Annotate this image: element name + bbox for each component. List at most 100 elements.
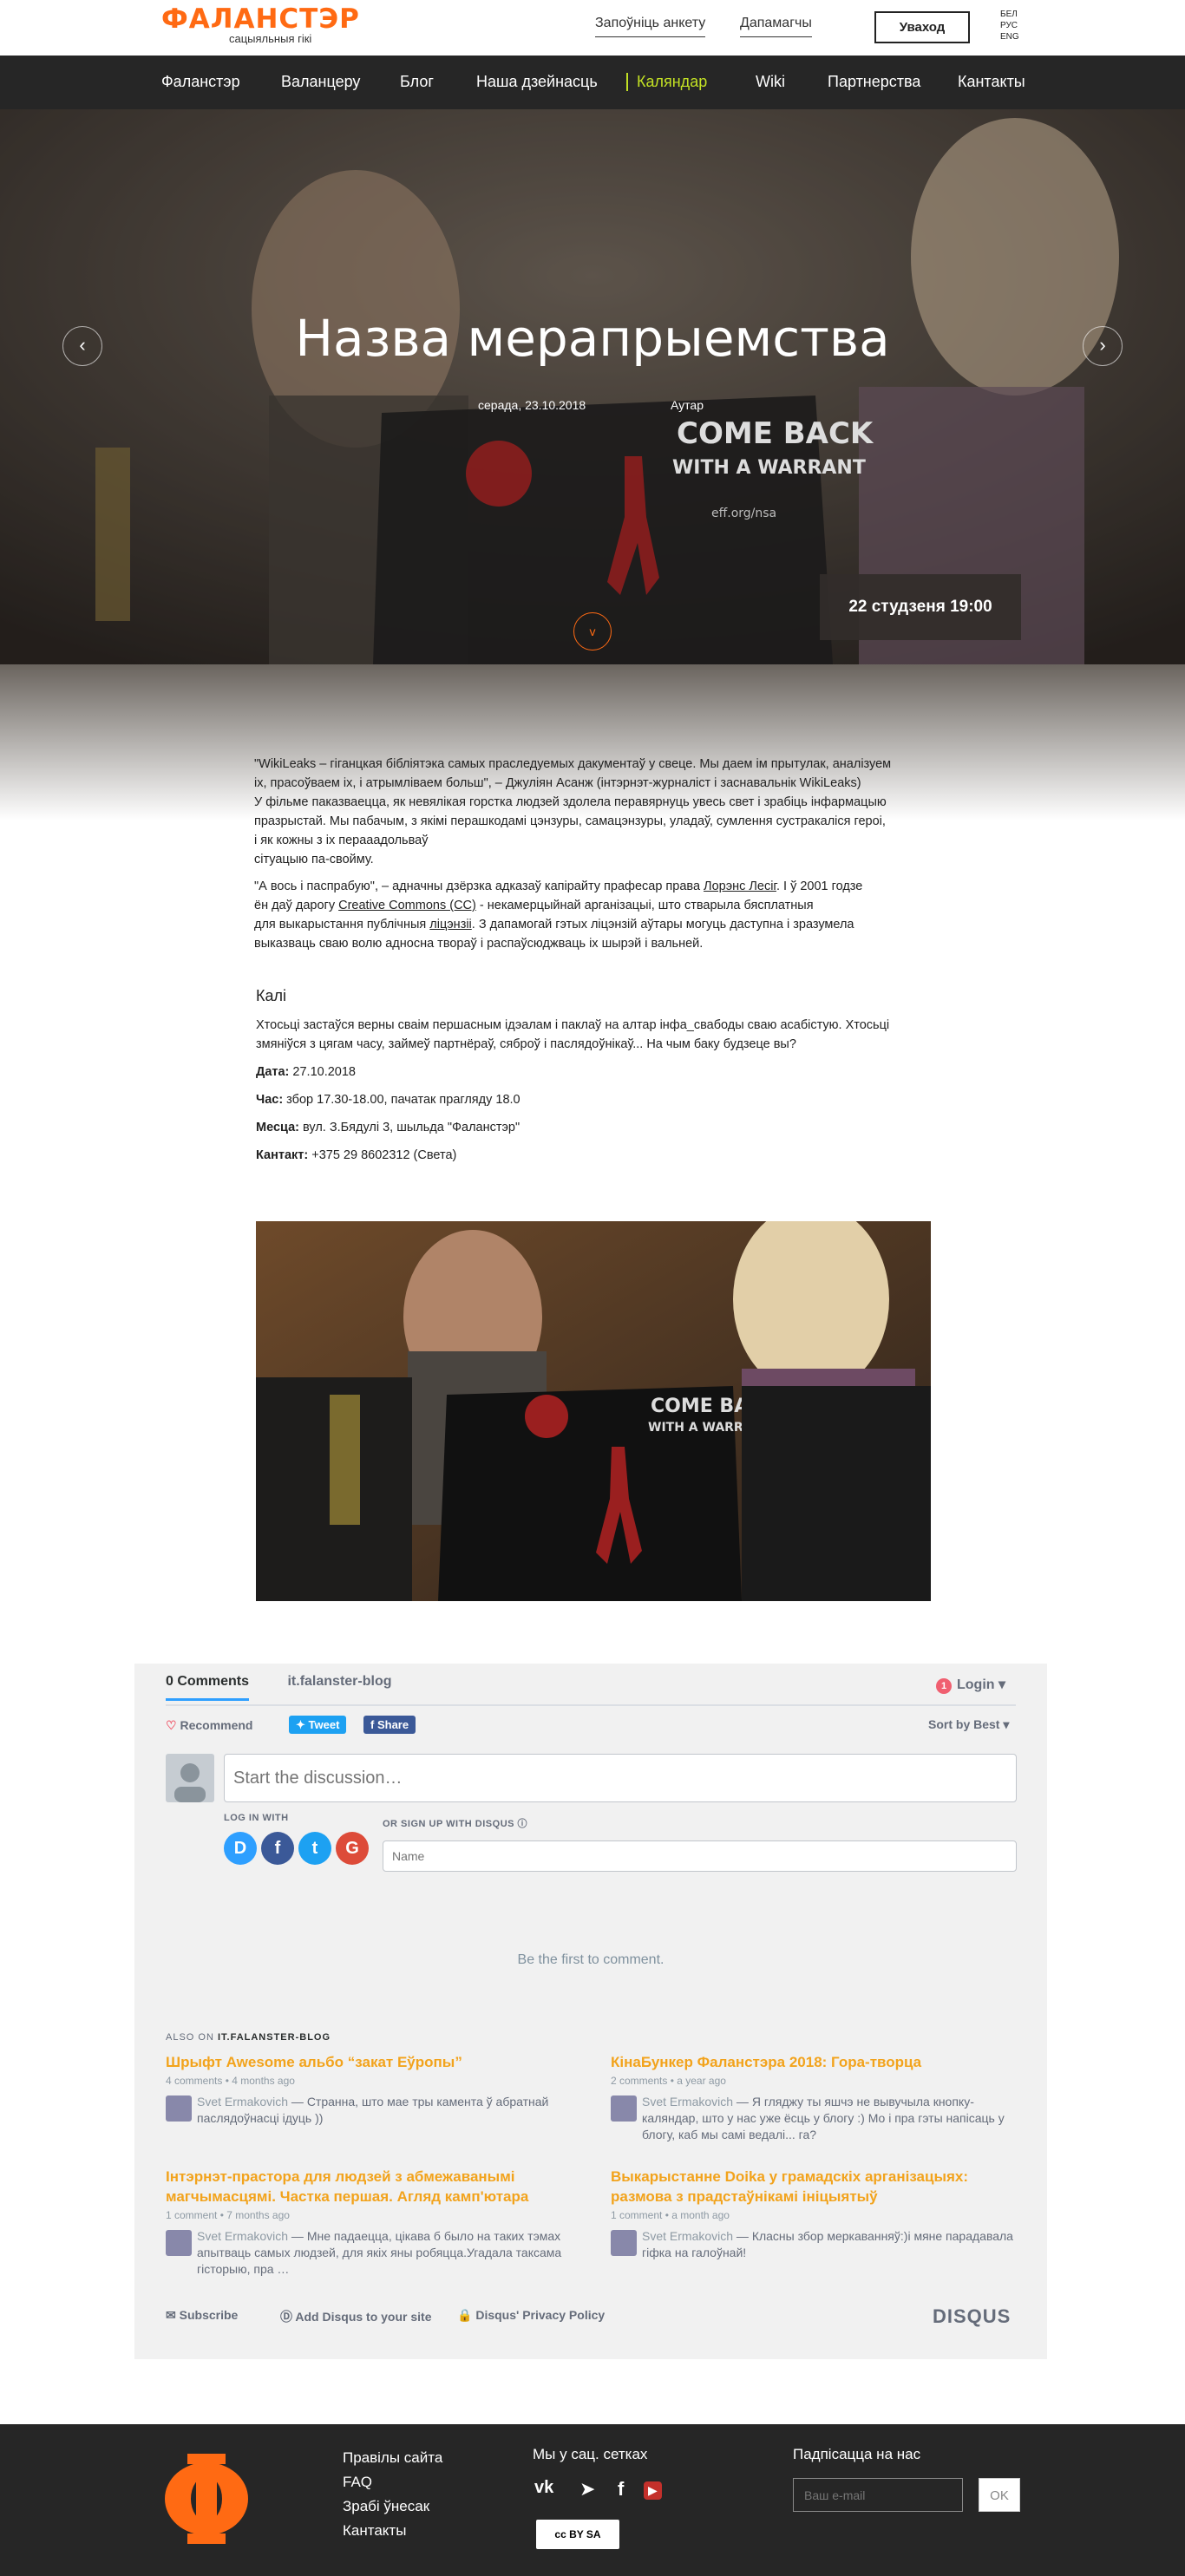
- description-paragraph-1: "WikiLeaks – гіганцкая бібліятэка самых …: [254, 755, 931, 869]
- disqus-logo[interactable]: DISQUS: [933, 2305, 1011, 2328]
- label: Час:: [256, 1093, 284, 1107]
- label: Кантакт:: [256, 1148, 309, 1162]
- footer-rules-link[interactable]: Правілы сайта: [343, 2446, 442, 2470]
- telegram-icon[interactable]: ➤: [579, 2478, 595, 2501]
- nav-volunteer[interactable]: Валанцеру: [281, 73, 360, 91]
- facebook-login-icon[interactable]: f: [261, 1832, 294, 1865]
- tab-comments[interactable]: 0 Comments: [166, 1674, 250, 1701]
- recommended-post[interactable]: Шрыфт Awesome альбо “закат Еўропы” 4 com…: [166, 2052, 582, 2127]
- also-prefix: ALSO ON: [166, 2032, 218, 2043]
- heart-icon: ♡: [166, 1718, 177, 1732]
- sort-dropdown[interactable]: Sort by Best ▾: [928, 1717, 1009, 1732]
- post-title[interactable]: КінаБункер Фаланстэра 2018: Гора-творца: [611, 2052, 1027, 2072]
- lang-ru[interactable]: РУС: [1000, 20, 1019, 31]
- avatar: [166, 2230, 192, 2256]
- event-hero: COME BACK WITH A WARRANT eff.org/nsa Наз…: [0, 109, 1185, 664]
- share-button[interactable]: f Share: [363, 1716, 416, 1734]
- comment-author[interactable]: Svet Ermakovich: [197, 2229, 288, 2243]
- recommended-post[interactable]: Выкарыстанне Doika у грамадскіх арганіза…: [611, 2167, 1027, 2261]
- recommended-post[interactable]: Інтэрнэт-прастора для людзей з абмежаван…: [166, 2167, 582, 2278]
- name-field[interactable]: [383, 1840, 1017, 1872]
- logo-tagline: сацыяльныя гікі: [229, 32, 312, 45]
- comment-input[interactable]: [224, 1754, 1017, 1802]
- help-link[interactable]: Дапамагчы: [740, 16, 812, 37]
- next-arrow-icon[interactable]: ›: [1083, 326, 1123, 366]
- nav-wiki[interactable]: Wiki: [756, 73, 785, 91]
- subscribe-heading: Падпісацца на нас: [793, 2446, 921, 2462]
- recommended-post[interactable]: КінаБункер Фаланстэра 2018: Гора-творца …: [611, 2052, 1027, 2143]
- empty-comments-message: Be the first to comment.: [517, 1952, 665, 1967]
- nav-partnership[interactable]: Партнерства: [828, 73, 920, 91]
- share-label: Share: [376, 1718, 409, 1731]
- nav-calendar[interactable]: Каляндар: [626, 73, 707, 91]
- sign-up-text: OR SIGN UP WITH DISQUS: [383, 1819, 514, 1829]
- text-line: "WikiLeaks – гіганцкая бібліятэка самых …: [254, 757, 892, 771]
- text-fragment: выказваць сваю волю адносна твораў і рас…: [254, 937, 704, 951]
- comment-author[interactable]: Svet Ermakovich: [197, 2095, 288, 2109]
- add-disqus-link[interactable]: Ⓓ Add Disqus to your site: [280, 2308, 432, 2325]
- sticker-url: eff.org/nsa: [711, 507, 776, 520]
- vk-icon[interactable]: vk: [534, 2478, 553, 2498]
- help-icon[interactable]: ⓘ: [518, 1819, 528, 1829]
- nav-blog[interactable]: Блог: [400, 73, 434, 91]
- nav-contacts[interactable]: Кантакты: [958, 73, 1025, 91]
- footer-contacts-link[interactable]: Кантакты: [343, 2519, 442, 2543]
- site-logo[interactable]: ФАЛАНСТЭР сацыяльныя гікі: [161, 5, 360, 45]
- subscribe-label: Subscribe: [179, 2308, 239, 2322]
- tweet-button[interactable]: ✦ Tweet: [289, 1716, 347, 1734]
- post-title[interactable]: Шрыфт Awesome альбо “закат Еўропы”: [166, 2052, 582, 2072]
- top-header: ФАЛАНСТЭР сацыяльныя гікі Запоўніць анке…: [0, 0, 1185, 56]
- value: +375 29 8602312 (Света): [308, 1148, 457, 1162]
- post-excerpt: Svet Ermakovich — Класны збор меркавання…: [611, 2228, 1027, 2261]
- value: 27.10.2018: [289, 1065, 356, 1079]
- also-site: IT.FALANSTER-BLOG: [217, 2032, 331, 2043]
- nav-falanster[interactable]: Фаланстэр: [161, 73, 240, 91]
- event-published-date: серада, 23.10.2018: [478, 398, 586, 412]
- comment-author[interactable]: Svet Ermakovich: [642, 2229, 733, 2243]
- lang-en[interactable]: ENG: [1000, 31, 1019, 42]
- footer-donate-link[interactable]: Зрабі ўнесак: [343, 2494, 442, 2519]
- subscribe-link[interactable]: ✉ Subscribe: [166, 2308, 238, 2323]
- details-heading: Калі: [256, 987, 286, 1004]
- post-excerpt: Svet Ermakovich — Я гляджу ты яшчэ не вы…: [611, 2094, 1027, 2143]
- event-description: "WikiLeaks – гіганцкая бібліятэка самых …: [254, 755, 931, 961]
- recommend-button[interactable]: ♡ Recommend: [166, 1718, 252, 1733]
- text-line: іх, прасоўваем іх, і атрымліваем больш",…: [254, 776, 861, 790]
- scroll-down-icon[interactable]: v: [573, 612, 612, 651]
- social-heading: Мы у сац. сетках: [533, 2446, 648, 2462]
- post-title[interactable]: Інтэрнэт-прастора для людзей з абмежаван…: [166, 2167, 582, 2207]
- comment-author[interactable]: Svet Ermakovich: [642, 2095, 733, 2109]
- disqus-login-icon[interactable]: D: [224, 1832, 257, 1865]
- lang-be[interactable]: БЕЛ: [1000, 9, 1019, 20]
- login-button[interactable]: Уваход: [874, 11, 970, 43]
- footer-logo[interactable]: [161, 2450, 252, 2550]
- text-line: празрыстай. Мы пабачым, з якімі перашкод…: [254, 814, 886, 828]
- post-excerpt: Svet Ermakovich — Мне падаецца, цікава б…: [166, 2228, 582, 2278]
- tab-forum[interactable]: it.falanster-blog: [287, 1674, 391, 1689]
- facebook-icon[interactable]: f: [618, 2478, 624, 2501]
- lock-icon: 🔒: [457, 2308, 473, 2322]
- sticker-line1: COME BACK: [677, 416, 874, 451]
- email-field[interactable]: [793, 2478, 963, 2512]
- cc-license-badge[interactable]: cc BY SA: [536, 2520, 619, 2549]
- avatar: [611, 2230, 637, 2256]
- creative-commons-link[interactable]: Creative Commons (CC): [338, 899, 476, 912]
- footer-links: Правілы сайта FAQ Зрабі ўнесак Кантакты: [343, 2446, 442, 2543]
- licenses-link[interactable]: ліцэнзіі: [429, 918, 471, 932]
- privacy-link[interactable]: 🔒 Disqus' Privacy Policy: [457, 2308, 605, 2323]
- twitter-login-icon[interactable]: t: [298, 1832, 331, 1865]
- google-login-icon[interactable]: G: [336, 1832, 369, 1865]
- event-title: Назва мерапрыемства: [295, 309, 890, 368]
- detail-place: Месца: вул. З.Бядулі 3, шыльда "Фаланстэ…: [256, 1118, 933, 1137]
- detail-contact: Кантакт: +375 29 8602312 (Света): [256, 1146, 933, 1165]
- post-title[interactable]: Выкарыстанне Doika у грамадскіх арганіза…: [611, 2167, 1027, 2207]
- youtube-icon[interactable]: ▶: [644, 2481, 662, 2500]
- footer-faq-link[interactable]: FAQ: [343, 2470, 442, 2494]
- subscribe-ok-button[interactable]: OK: [979, 2478, 1020, 2512]
- prev-arrow-icon[interactable]: ‹: [62, 326, 102, 366]
- nav-activity[interactable]: Наша дзейнасць: [476, 73, 598, 91]
- lessig-link[interactable]: Лорэнс Лесіг: [704, 879, 776, 893]
- disqus-login[interactable]: 1 Login ▾: [936, 1676, 1005, 1694]
- comments-tabs: 0 Comments it.falanster-blog: [166, 1674, 392, 1701]
- fill-form-link[interactable]: Запоўніць анкету: [595, 16, 706, 37]
